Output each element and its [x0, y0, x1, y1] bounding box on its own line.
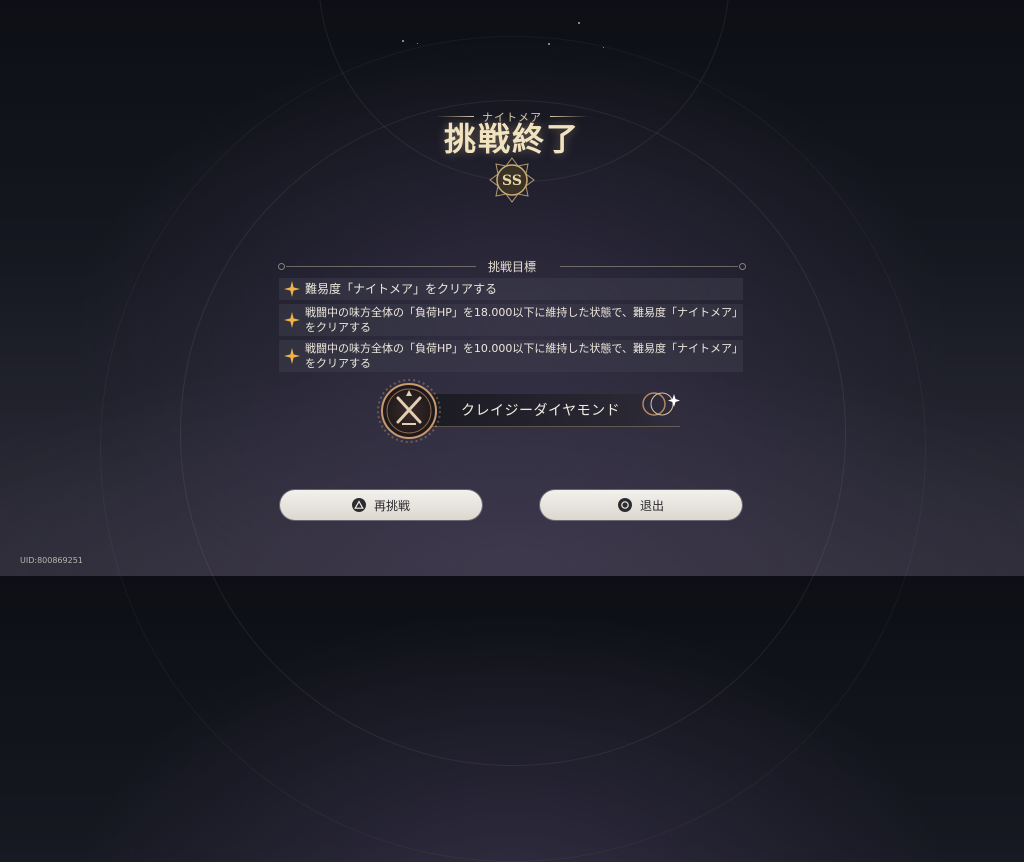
objective-text: 戦闘中の味方全体の「負荷HP」を10.000以下に維持した状態で、難易度「ナイト…: [305, 342, 738, 370]
rank-badge: SS: [488, 156, 536, 204]
rank-text: SS: [502, 173, 522, 189]
header-line-right: [560, 266, 738, 267]
objective-text: 戦闘中の味方全体の「負荷HP」を18.000以下に維持した状態で、難易度「ナイト…: [305, 306, 738, 334]
star: [402, 40, 404, 42]
sparkle-icon: [283, 281, 301, 297]
circle-button-icon: [617, 498, 632, 512]
user-id: UID:800869251: [20, 556, 83, 565]
star: [603, 47, 604, 48]
exit-label: 退出: [639, 498, 664, 513]
sparkle-icon: [283, 312, 301, 328]
header-dot-right: [739, 263, 746, 270]
reward-name: クレイジーダイヤモンド: [461, 403, 621, 419]
crossed-swords-medal-icon: [377, 379, 441, 443]
star: [548, 43, 550, 45]
triangle-button-icon: [351, 498, 366, 512]
sparkle-icon: [283, 348, 301, 364]
objectives-header: 挑戦目標: [278, 258, 746, 274]
star: [417, 43, 418, 44]
objective-item: 戦闘中の味方全体の「負荷HP」を18.000以下に維持した状態で、難易度「ナイト…: [279, 304, 743, 336]
retry-button[interactable]: 再挑戦: [280, 490, 482, 520]
reward-decoration: [634, 380, 686, 420]
objective-text: 難易度「ナイトメア」をクリアする: [305, 281, 498, 296]
exit-button[interactable]: 退出: [540, 490, 742, 520]
reward-medal: [376, 378, 442, 444]
objective-item: 難易度「ナイトメア」をクリアする: [279, 278, 743, 300]
ring-sparkle-icon: [642, 392, 680, 416]
rank-emblem-icon: SS: [489, 157, 535, 203]
star: [578, 22, 580, 24]
retry-label: 再挑戦: [373, 498, 410, 513]
objective-item: 戦闘中の味方全体の「負荷HP」を10.000以下に維持した状態で、難易度「ナイト…: [279, 340, 743, 372]
page-title: 挑戦終了: [443, 120, 580, 158]
